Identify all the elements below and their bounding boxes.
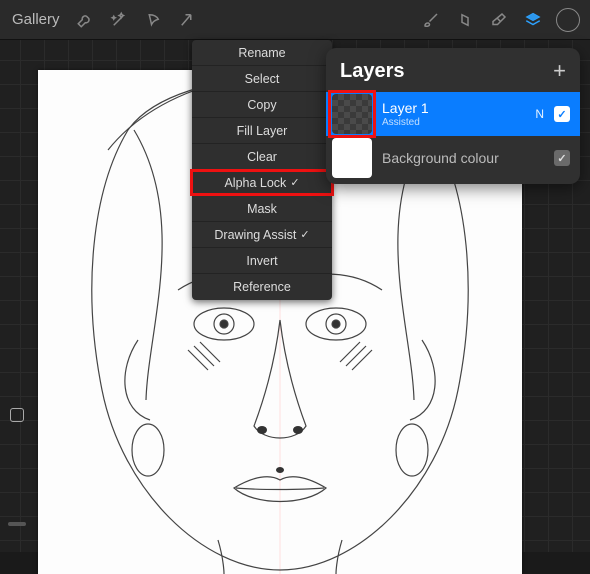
menu-select[interactable]: Select	[192, 66, 332, 92]
smudge-icon[interactable]	[450, 5, 480, 35]
menu-mask[interactable]: Mask	[192, 196, 332, 222]
menu-drawing-assist[interactable]: Drawing Assist ✓	[192, 222, 332, 248]
menu-label: Invert	[246, 254, 277, 268]
layer-name: Layer 1	[382, 100, 535, 116]
wand-icon[interactable]	[104, 5, 134, 35]
check-icon: ✓	[290, 176, 299, 189]
menu-alpha-lock[interactable]: Alpha Lock ✓	[192, 170, 332, 196]
layers-icon[interactable]	[518, 5, 548, 35]
visibility-checkbox[interactable]: ✓	[554, 106, 570, 122]
layer-thumbnail[interactable]	[332, 138, 372, 178]
menu-fill-layer[interactable]: Fill Layer	[192, 118, 332, 144]
gallery-button[interactable]: Gallery	[10, 11, 66, 28]
menu-invert[interactable]: Invert	[192, 248, 332, 274]
rail-square-button[interactable]	[10, 408, 24, 422]
rail-top-slot[interactable]	[8, 290, 26, 308]
visibility-checkbox[interactable]: ✓	[554, 150, 570, 166]
menu-label: Alpha Lock	[224, 176, 286, 190]
brush-icon[interactable]	[416, 5, 446, 35]
color-picker-icon[interactable]	[556, 8, 580, 32]
check-icon: ✓	[300, 228, 309, 241]
menu-label: Fill Layer	[237, 124, 288, 138]
menu-label: Drawing Assist	[214, 228, 296, 242]
menu-label: Clear	[247, 150, 277, 164]
layer-context-menu: Rename Select Copy Fill Layer Clear Alph…	[192, 40, 332, 300]
layers-panel: Layers + Layer 1 Assisted N ✓ Background…	[326, 48, 580, 184]
wrench-icon[interactable]	[70, 5, 100, 35]
menu-label: Rename	[238, 46, 285, 60]
menu-rename[interactable]: Rename	[192, 40, 332, 66]
top-toolbar: Gallery	[0, 0, 590, 40]
menu-label: Select	[245, 72, 280, 86]
layers-title: Layers	[340, 60, 405, 83]
menu-label: Copy	[247, 98, 276, 112]
arrow-icon[interactable]	[172, 5, 202, 35]
layer-row[interactable]: Background colour ✓	[326, 136, 580, 180]
layer-thumbnail[interactable]	[332, 94, 372, 134]
highlight-box	[328, 90, 376, 138]
rail-bottom-slot[interactable]	[8, 522, 26, 526]
menu-copy[interactable]: Copy	[192, 92, 332, 118]
blend-mode-indicator[interactable]: N	[535, 107, 544, 121]
layer-name: Background colour	[382, 150, 554, 166]
layer-subtitle: Assisted	[382, 117, 535, 128]
menu-label: Reference	[233, 280, 291, 294]
eraser-icon[interactable]	[484, 5, 514, 35]
left-rail	[8, 290, 26, 526]
menu-reference[interactable]: Reference	[192, 274, 332, 300]
layer-row[interactable]: Layer 1 Assisted N ✓	[326, 92, 580, 136]
menu-label: Mask	[247, 202, 277, 216]
menu-clear[interactable]: Clear	[192, 144, 332, 170]
add-layer-button[interactable]: +	[553, 58, 566, 84]
selection-icon[interactable]	[138, 5, 168, 35]
